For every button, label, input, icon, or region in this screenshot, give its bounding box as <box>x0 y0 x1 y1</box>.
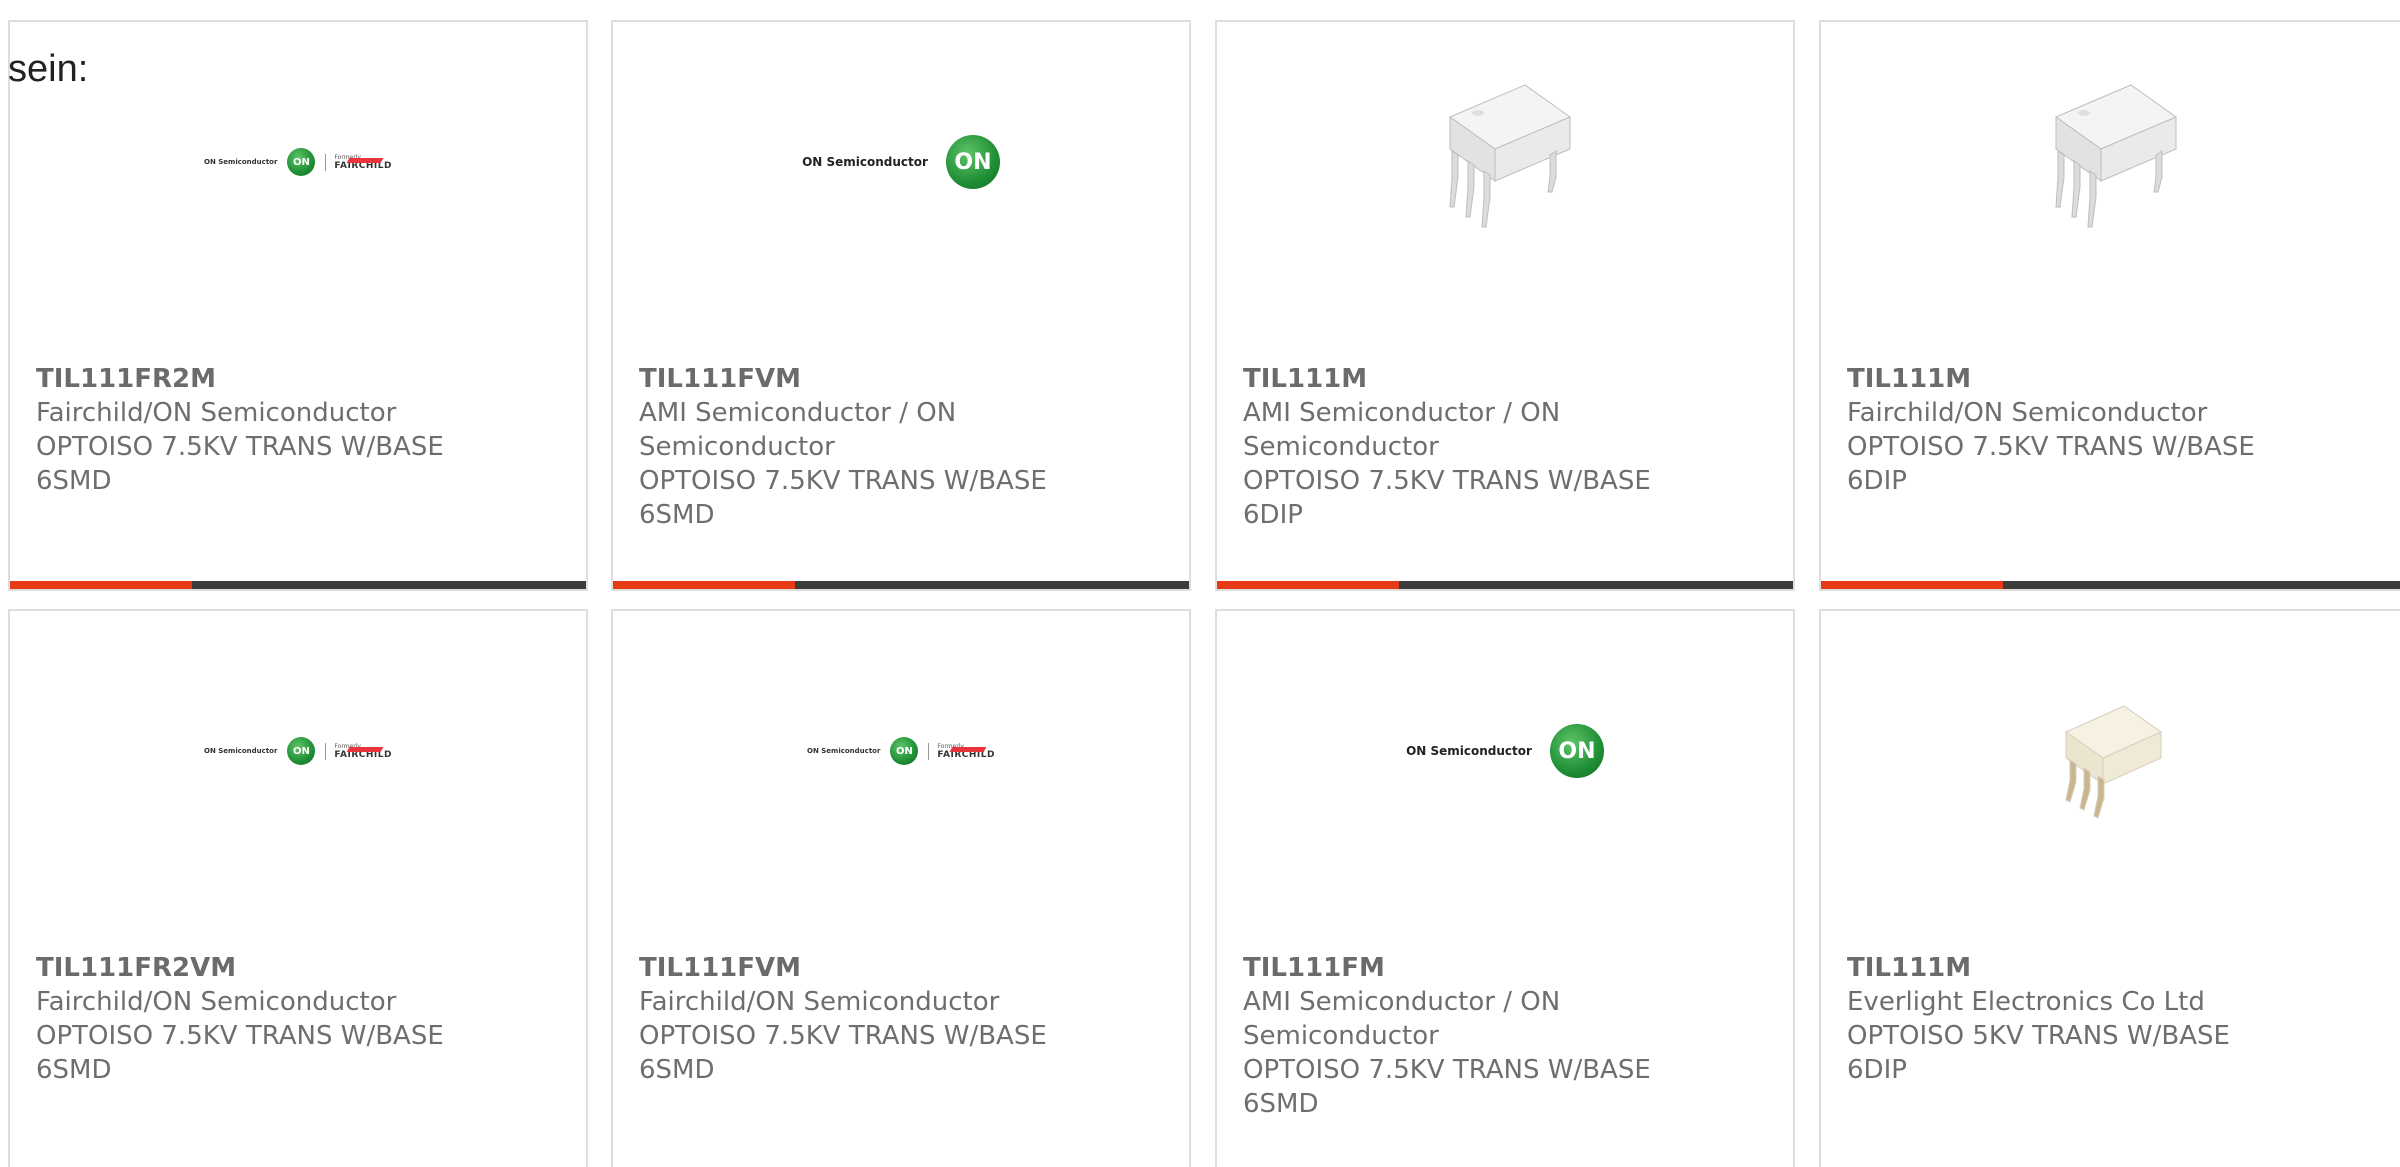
package: 6SMD <box>639 500 715 530</box>
card-bottom-bar <box>10 581 586 589</box>
product-card[interactable]: TIL111M Everlight Electronics Co Ltd OPT… <box>1819 609 2400 1167</box>
product-card[interactable]: TIL111M Fairchild/ON Semiconductor OPTOI… <box>1819 20 2400 591</box>
product-info: TIL111FM AMI Semiconductor / ON Semicond… <box>1243 951 1683 1121</box>
on-fairchild-logo: ON Semiconductor ON Formerly FAIRCHILD <box>204 148 392 176</box>
description: OPTOISO 5KV TRANS W/BASE <box>1847 1021 2230 1051</box>
product-card[interactable]: TIL111M AMI Semiconductor / ON Semicondu… <box>1215 20 1795 591</box>
package: 6SMD <box>639 1055 715 1085</box>
product-image[interactable] <box>1821 701 2400 821</box>
product-grid-page: ON Semiconductor ON Formerly FAIRCHILD T… <box>0 0 2400 1167</box>
product-card[interactable]: ON Semiconductor ON TIL111FVM AMI Semico… <box>611 20 1191 591</box>
on-fairchild-logo: ON Semiconductor ON Formerly FAIRCHILD <box>807 737 995 765</box>
on-semiconductor-logo: ON Semiconductor ON <box>802 135 1000 189</box>
manufacturer: AMI Semiconductor / ON Semiconductor <box>1243 987 1561 1051</box>
package: 6DIP <box>1243 500 1303 530</box>
product-image[interactable] <box>1217 84 1793 228</box>
product-info: TIL111FR2M Fairchild/ON Semiconductor OP… <box>36 362 476 498</box>
product-info: TIL111FVM AMI Semiconductor / ON Semicon… <box>639 362 1079 532</box>
product-image[interactable] <box>1821 84 2400 228</box>
package: 6SMD <box>1243 1089 1319 1119</box>
card-bottom-bar <box>613 581 1189 589</box>
description: OPTOISO 7.5KV TRANS W/BASE <box>1847 432 2255 462</box>
part-number-link[interactable]: TIL111FVM <box>639 951 1079 985</box>
manufacturer: Fairchild/ON Semiconductor <box>639 987 1000 1017</box>
card-bottom-bar <box>1821 581 2400 589</box>
manufacturer: Fairchild/ON Semiconductor <box>36 987 397 1017</box>
part-number-link[interactable]: TIL111M <box>1847 362 2287 396</box>
on-logo-icon: ON <box>945 135 1000 189</box>
product-image[interactable]: ON Semiconductor ON <box>1217 691 1793 811</box>
package: 6SMD <box>36 1055 112 1085</box>
package: 6DIP <box>1847 1055 1907 1085</box>
product-info: TIL111FR2VM Fairchild/ON Semiconductor O… <box>36 951 476 1087</box>
dip6-chip-beige-icon <box>2064 705 2163 819</box>
part-number-link[interactable]: TIL111M <box>1847 951 2287 985</box>
product-info: TIL111M Fairchild/ON Semiconductor OPTOI… <box>1847 362 2287 498</box>
product-image[interactable]: ON Semiconductor ON Formerly FAIRCHILD <box>613 691 1189 811</box>
manufacturer: Everlight Electronics Co Ltd <box>1847 987 2205 1017</box>
dip6-chip-icon <box>1448 84 1572 228</box>
product-info: TIL111FVM Fairchild/ON Semiconductor OPT… <box>639 951 1079 1087</box>
intro-text: sein: <box>8 48 89 90</box>
card-bottom-bar <box>1217 581 1793 589</box>
product-card[interactable]: ON Semiconductor ON Formerly FAIRCHILD T… <box>611 609 1191 1167</box>
part-number-link[interactable]: TIL111FR2M <box>36 362 476 396</box>
on-logo-icon: ON <box>890 737 919 765</box>
product-image[interactable]: ON Semiconductor ON <box>613 102 1189 222</box>
description: OPTOISO 7.5KV TRANS W/BASE <box>639 1021 1047 1051</box>
product-card[interactable]: ON Semiconductor ON Formerly FAIRCHILD T… <box>8 20 588 591</box>
on-logo-icon: ON <box>1549 724 1604 778</box>
manufacturer: AMI Semiconductor / ON Semiconductor <box>1243 398 1561 462</box>
dip6-chip-icon <box>2054 84 2178 228</box>
on-fairchild-logo: ON Semiconductor ON Formerly FAIRCHILD <box>204 737 392 765</box>
description: OPTOISO 7.5KV TRANS W/BASE <box>1243 466 1651 496</box>
manufacturer: AMI Semiconductor / ON Semiconductor <box>639 398 957 462</box>
description: OPTOISO 7.5KV TRANS W/BASE <box>1243 1055 1651 1085</box>
part-number-link[interactable]: TIL111M <box>1243 362 1683 396</box>
manufacturer: Fairchild/ON Semiconductor <box>1847 398 2208 428</box>
description: OPTOISO 7.5KV TRANS W/BASE <box>639 466 1047 496</box>
product-image[interactable]: ON Semiconductor ON Formerly FAIRCHILD <box>10 102 586 222</box>
product-card[interactable]: ON Semiconductor ON Formerly FAIRCHILD T… <box>8 609 588 1167</box>
product-card[interactable]: ON Semiconductor ON TIL111FM AMI Semicon… <box>1215 609 1795 1167</box>
on-logo-icon: ON <box>287 148 316 176</box>
description: OPTOISO 7.5KV TRANS W/BASE <box>36 1021 444 1051</box>
manufacturer: Fairchild/ON Semiconductor <box>36 398 397 428</box>
package: 6SMD <box>36 466 112 496</box>
product-info: TIL111M AMI Semiconductor / ON Semicondu… <box>1243 362 1683 532</box>
part-number-link[interactable]: TIL111FVM <box>639 362 1079 396</box>
description: OPTOISO 7.5KV TRANS W/BASE <box>36 432 444 462</box>
product-info: TIL111M Everlight Electronics Co Ltd OPT… <box>1847 951 2287 1087</box>
package: 6DIP <box>1847 466 1907 496</box>
part-number-link[interactable]: TIL111FR2VM <box>36 951 476 985</box>
product-image[interactable]: ON Semiconductor ON Formerly FAIRCHILD <box>10 691 586 811</box>
on-logo-icon: ON <box>287 737 316 765</box>
on-semiconductor-logo: ON Semiconductor ON <box>1406 724 1604 778</box>
part-number-link[interactable]: TIL111FM <box>1243 951 1683 985</box>
